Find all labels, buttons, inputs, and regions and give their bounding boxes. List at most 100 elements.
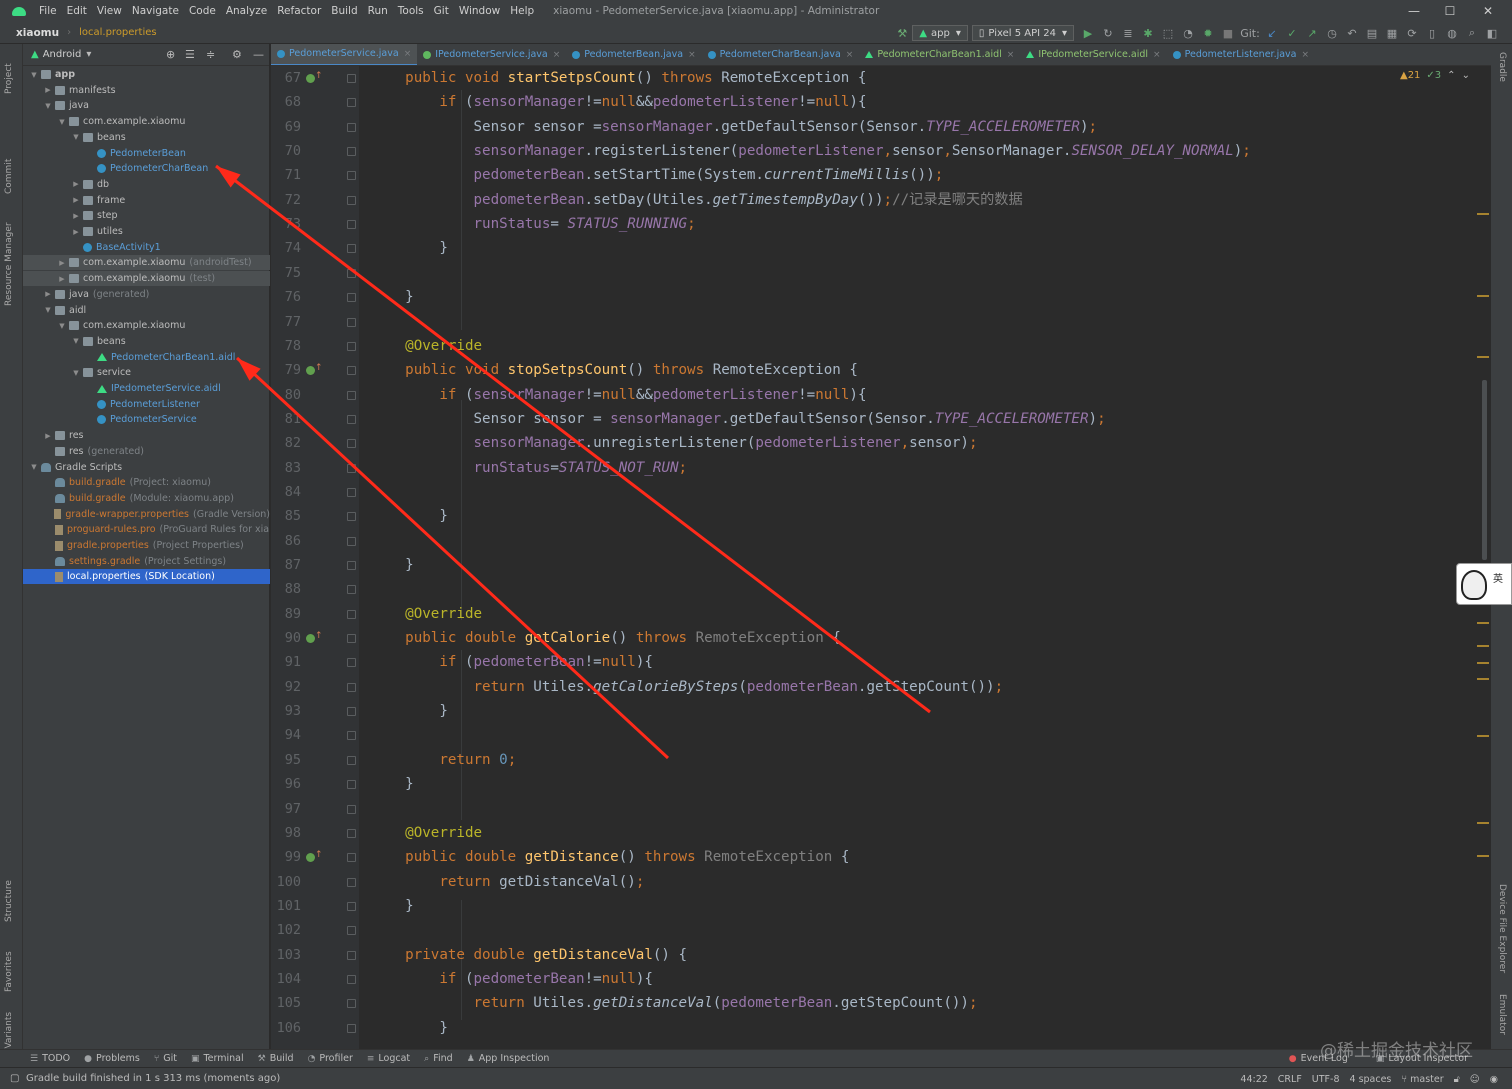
bottom-tool-find[interactable]: ⌕ Find xyxy=(424,1053,453,1064)
locate-file-icon[interactable]: ⊕ xyxy=(166,48,175,61)
menu-view[interactable]: View xyxy=(92,5,127,17)
code-line[interactable]: runStatus= STATUS_RUNNING; xyxy=(371,212,696,236)
tree-node[interactable]: build.gradle (Project: xiaomu) xyxy=(23,475,270,490)
stop-icon[interactable]: ■ xyxy=(1218,24,1238,42)
collapsed-arrow-icon[interactable]: ▶ xyxy=(71,196,81,204)
tree-node[interactable]: ▶ frame xyxy=(23,193,270,208)
tree-node[interactable]: settings.gradle (Project Settings) xyxy=(23,554,270,569)
profile-icon[interactable]: ◔ xyxy=(1178,24,1198,42)
bottom-tool-todo[interactable]: ☰ TODO xyxy=(30,1053,70,1064)
tree-node[interactable]: ▼ beans xyxy=(23,334,270,349)
fold-marker-icon[interactable] xyxy=(347,171,356,181)
maximize-button[interactable]: ☐ xyxy=(1432,0,1468,22)
tree-node[interactable]: ▼ com.example.xiaomu xyxy=(23,114,270,129)
close-tab-icon[interactable]: × xyxy=(1153,50,1161,60)
device-file-explorer-tool-tab[interactable]: Device File Explorer xyxy=(1497,884,1507,973)
fold-marker-icon[interactable] xyxy=(347,122,356,132)
fold-marker-icon[interactable] xyxy=(347,98,356,108)
fold-marker-icon[interactable] xyxy=(347,487,356,497)
bottom-tool-logcat[interactable]: ≡ Logcat xyxy=(367,1053,410,1064)
menu-navigate[interactable]: Navigate xyxy=(127,5,184,17)
editor-tab[interactable]: IPedometerService.java × xyxy=(417,44,566,65)
collapsed-arrow-icon[interactable]: ▶ xyxy=(43,432,53,440)
lock-icon[interactable]: 🔓︎ xyxy=(1454,1074,1460,1085)
code-line[interactable]: @Override xyxy=(371,334,482,358)
collapsed-arrow-icon[interactable]: ▶ xyxy=(43,290,53,298)
device-select[interactable]: ▯ Pixel 5 API 24 ▾ xyxy=(971,25,1074,41)
fold-marker-icon[interactable] xyxy=(347,439,356,449)
bottom-tool-app-inspection[interactable]: ♟ App Inspection xyxy=(467,1053,550,1064)
fold-marker-icon[interactable] xyxy=(347,853,356,863)
implements-method-icon[interactable] xyxy=(306,631,323,645)
menu-analyze[interactable]: Analyze xyxy=(221,5,272,17)
menu-build[interactable]: Build xyxy=(326,5,362,17)
resource-manager-tool-tab[interactable]: Resource Manager xyxy=(4,222,14,306)
fold-marker-icon[interactable] xyxy=(347,877,356,887)
menu-help[interactable]: Help xyxy=(505,5,539,17)
code-line[interactable]: runStatus=STATUS_NOT_RUN; xyxy=(371,456,688,480)
collapsed-arrow-icon[interactable]: ▶ xyxy=(43,86,53,94)
code-line[interactable]: } xyxy=(371,1016,448,1040)
fold-marker-icon[interactable] xyxy=(347,317,356,327)
git-push-icon[interactable]: ↗ xyxy=(1302,24,1322,42)
editor-tab[interactable]: IPedometerService.aidl × xyxy=(1020,44,1166,65)
debug-icon[interactable]: ✱ xyxy=(1138,24,1158,42)
tree-node[interactable]: proguard-rules.pro (ProGuard Rules for xi… xyxy=(23,522,270,537)
tree-node[interactable]: res (generated) xyxy=(23,444,270,459)
toggle-tool-windows-icon[interactable]: ▢ xyxy=(10,1073,19,1084)
fold-marker-icon[interactable] xyxy=(347,463,356,473)
hide-panel-icon[interactable]: — xyxy=(253,48,264,61)
minimize-button[interactable]: — xyxy=(1396,0,1432,22)
fold-marker-icon[interactable] xyxy=(347,926,356,936)
code-line[interactable]: @Override xyxy=(371,602,482,626)
fold-marker-icon[interactable] xyxy=(347,561,356,570)
fold-marker-icon[interactable] xyxy=(347,707,356,717)
code-line[interactable]: } xyxy=(371,553,414,577)
tree-node[interactable]: ▶ com.example.xiaomu (androidTest) xyxy=(23,255,270,271)
bottom-tool-terminal[interactable]: ▣ Terminal xyxy=(191,1053,244,1064)
tree-node[interactable]: PedometerService xyxy=(23,412,270,427)
code-line[interactable]: if (sensorManager!=null&&pedometerListen… xyxy=(371,90,866,114)
scrollbar-marker[interactable] xyxy=(1477,622,1489,624)
project-tool-tab[interactable]: Project xyxy=(4,63,14,94)
code-line[interactable]: return Utiles.getCalorieBySteps(pedomete… xyxy=(371,675,1004,699)
code-line[interactable]: if (sensorManager!=null&&pedometerListen… xyxy=(371,383,866,407)
bottom-tool-git[interactable]: ⑂ Git xyxy=(154,1053,177,1064)
menu-window[interactable]: Window xyxy=(454,5,505,17)
tree-node[interactable]: ▶ java (generated) xyxy=(23,287,270,302)
menu-tools[interactable]: Tools xyxy=(393,5,429,17)
tree-node[interactable]: ▼ service xyxy=(23,365,270,380)
apply-code-changes-icon[interactable]: ≣ xyxy=(1118,24,1138,42)
fold-marker-icon[interactable] xyxy=(347,536,356,546)
tree-node[interactable]: ▼ aidl xyxy=(23,303,270,318)
expanded-arrow-icon[interactable]: ▼ xyxy=(29,71,39,79)
scrollbar-marker[interactable] xyxy=(1477,356,1489,358)
close-tab-icon[interactable]: × xyxy=(846,50,854,60)
code-line[interactable]: @Override xyxy=(371,821,482,845)
chevron-down-icon[interactable]: ⌄ xyxy=(1462,70,1470,81)
fold-marker-icon[interactable] xyxy=(347,682,356,692)
scrollbar-marker[interactable] xyxy=(1477,295,1489,297)
expanded-arrow-icon[interactable]: ▼ xyxy=(43,102,53,110)
device-manager-icon[interactable]: ▯ xyxy=(1422,24,1442,42)
code-line[interactable]: if (pedometerBean!=null){ xyxy=(371,967,653,991)
settings-sync-icon[interactable]: ◧ xyxy=(1482,24,1502,42)
menu-edit[interactable]: Edit xyxy=(62,5,92,17)
code-line[interactable]: } xyxy=(371,285,414,309)
editor-tab[interactable]: PedometerBean.java × xyxy=(566,44,701,65)
code-line[interactable]: Sensor sensor =sensorManager.getDefaultS… xyxy=(371,115,1097,139)
scrollbar-marker[interactable] xyxy=(1477,645,1489,647)
apply-changes-icon[interactable]: ↻ xyxy=(1098,24,1118,42)
tree-node[interactable]: gradle-wrapper.properties (Gradle Version… xyxy=(23,507,270,522)
editor-scrollbar-thumb[interactable] xyxy=(1482,380,1487,560)
editor-tab[interactable]: PedometerCharBean1.aidl × xyxy=(859,44,1020,65)
menu-code[interactable]: Code xyxy=(184,5,221,17)
fold-marker-icon[interactable] xyxy=(347,244,356,254)
fold-marker-icon[interactable] xyxy=(347,658,356,668)
tree-node[interactable]: ▼ app xyxy=(23,67,270,82)
code-line[interactable]: } xyxy=(371,504,448,528)
fold-marker-icon[interactable] xyxy=(347,220,356,230)
assistant-icon[interactable]: ◍ xyxy=(1442,24,1462,42)
menu-file[interactable]: File xyxy=(34,5,62,17)
fold-marker-icon[interactable] xyxy=(347,999,356,1009)
